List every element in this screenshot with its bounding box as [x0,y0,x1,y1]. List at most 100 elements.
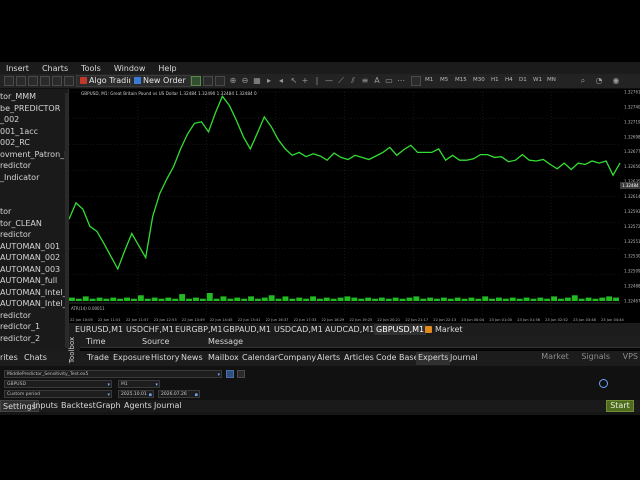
navigator-item[interactable]: redictor_2 [0,334,68,345]
navigator-item[interactable]: AUTOMAN_002 [0,253,68,264]
zoom-in-icon[interactable]: ⊕ [229,76,237,86]
timeframe-m15[interactable]: M15 [455,77,467,83]
navigator-item[interactable]: tor_CLEAN [0,219,68,230]
profile-icon[interactable] [52,76,62,86]
tab-chats[interactable]: Chats [24,353,47,362]
vertical-line-icon[interactable]: | [313,76,321,86]
timeframe-m1[interactable]: M1 [425,77,433,83]
crosshair-icon[interactable]: + [301,76,309,86]
channel-icon[interactable]: ⫽ [349,76,357,86]
account-icon[interactable]: ◉ [612,76,620,86]
tab-market[interactable]: Market [433,324,465,335]
more-tools-icon[interactable]: ⋯ [397,76,405,86]
menu-window[interactable]: Window [114,64,146,73]
tab-mailbox[interactable]: Mailbox [206,352,241,365]
vps-link[interactable]: VPS [623,352,638,361]
timeframe-m5[interactable]: M5 [440,77,448,83]
navigator-item[interactable]: AUTOMAN_full [0,276,68,287]
trendline-icon[interactable]: ⟋ [337,76,345,86]
grid-icon[interactable] [4,76,14,86]
tab-history[interactable]: History [149,352,181,365]
menu-insert[interactable]: Insert [6,64,29,73]
tab-journal[interactable]: Journal [448,352,480,365]
date-to-field[interactable]: 2026.07.26 ▪ [158,390,200,398]
date-from-field[interactable]: 2025.10.01 ▪ [118,390,154,398]
tab-alerts[interactable]: Alerts [315,352,342,365]
folder-icon[interactable] [28,76,38,86]
timeframe-d1[interactable]: D1 [519,77,527,83]
navigator-item[interactable]: ovment_Patron_LA [0,150,68,161]
column-source[interactable]: Source [142,337,169,346]
bar-chart-icon[interactable] [191,76,201,86]
template-icon[interactable] [64,76,74,86]
zoom-out-icon[interactable]: ⊖ [241,76,249,86]
expert-select[interactable]: MiddlePredictor_Sensitivity_Test.ex5 ▾ [4,370,222,378]
tab-usdchf[interactable]: USDCHF,M1 [124,324,176,335]
tab-articles[interactable]: Articles [342,352,376,365]
navigator-item[interactable]: AUTOMAN_001 [0,242,68,253]
fibonacci-icon[interactable]: ≡ [361,76,369,86]
tab-eurusd[interactable]: EURUSD,M1 [73,324,125,335]
tab-agents[interactable]: Agents [122,400,154,412]
menu-charts[interactable]: Charts [42,64,68,73]
search-icon[interactable]: ⌕ [579,76,587,86]
tab-news[interactable]: News [179,352,205,365]
chart-icon[interactable] [16,76,26,86]
tab-backtest[interactable]: Backtest [59,400,98,412]
column-time[interactable]: Time [86,337,106,346]
symbol-select[interactable]: GBPUSD ▾ [4,380,112,388]
tab-eurgbp[interactable]: EURGBP,M1 [173,324,225,335]
timeframe-h1[interactable]: H1 [491,77,499,83]
tab-graph[interactable]: Graph [94,400,123,412]
chart-window[interactable]: GBPUSD, M1: Great Britain Pound vs US Do… [68,89,640,323]
tab-experts[interactable]: Experts [416,352,451,365]
navigator-item[interactable]: redictor_1 [0,322,68,333]
price-chart[interactable]: GBPUSD, M1: Great Britain Pound vs US Do… [68,89,640,323]
navigator-item[interactable]: _Indicator [0,173,68,184]
shapes-icon[interactable]: ▭ [385,76,393,86]
navigator-item[interactable]: tor_MMM [0,92,68,103]
tab-favorites[interactable]: rites [0,353,18,362]
navigator-item[interactable]: tor [0,207,68,218]
autoscroll-icon[interactable]: ▸ [265,76,273,86]
navigator-item[interactable]: 001_1acc [0,127,68,138]
navigator-item[interactable]: redictor [0,161,68,172]
tab-usdcad[interactable]: USDCAD,M1 [272,324,325,335]
navigator-item[interactable]: be_PREDICTOR [0,104,68,115]
navigator-item[interactable]: AUTOMAN_003 [0,265,68,276]
cursor-icon[interactable]: ↖ [290,76,298,86]
settings-icon[interactable] [237,370,245,378]
list-icon[interactable] [40,76,50,86]
horizontal-line-icon[interactable]: — [325,76,333,86]
navigator-item[interactable]: _002 [0,115,68,126]
navigator-item[interactable]: AUTOMAN_Intel_2p [0,288,68,299]
timeframe-m30[interactable]: M30 [473,77,485,83]
tab-trade[interactable]: Trade [85,352,111,365]
notifications-icon[interactable]: ◔ [595,76,603,86]
tab-gbpusd[interactable]: GBPUSD,M1 [374,324,427,335]
tab-gbpaud[interactable]: GBPAUD,M1 [221,324,273,335]
navigator-item[interactable]: redictor [0,230,68,241]
text-icon[interactable]: A [373,76,381,86]
tab-calendar[interactable]: Calendar [240,352,280,365]
tab-company[interactable]: Company [276,352,318,365]
navigator-item[interactable]: 002_RC [0,138,68,149]
market-link[interactable]: Market [541,352,569,361]
edit-icon[interactable] [226,370,234,378]
menu-help[interactable]: Help [158,64,176,73]
tab-journal-tester[interactable]: Journal [152,400,184,412]
navigator-item[interactable] [0,184,68,195]
indicators-icon[interactable] [411,76,421,86]
tab-exposure[interactable]: Exposure [111,352,152,365]
column-message[interactable]: Message [208,337,243,346]
timeframe-select[interactable]: M1 ▾ [118,380,160,388]
tab-code-base[interactable]: Code Base [374,352,421,365]
timeframe-w1[interactable]: W1 [533,77,542,83]
timeframe-h4[interactable]: H4 [505,77,513,83]
timeframe-mn[interactable]: MN [547,77,556,83]
tab-audcad[interactable]: AUDCAD,M1 [323,324,376,335]
start-button[interactable]: Start [606,400,634,412]
navigator-item[interactable]: AUTOMAN_Intel_Av [0,299,68,310]
tile-icon[interactable]: ▦ [253,76,261,86]
line-chart-icon[interactable] [215,76,225,86]
